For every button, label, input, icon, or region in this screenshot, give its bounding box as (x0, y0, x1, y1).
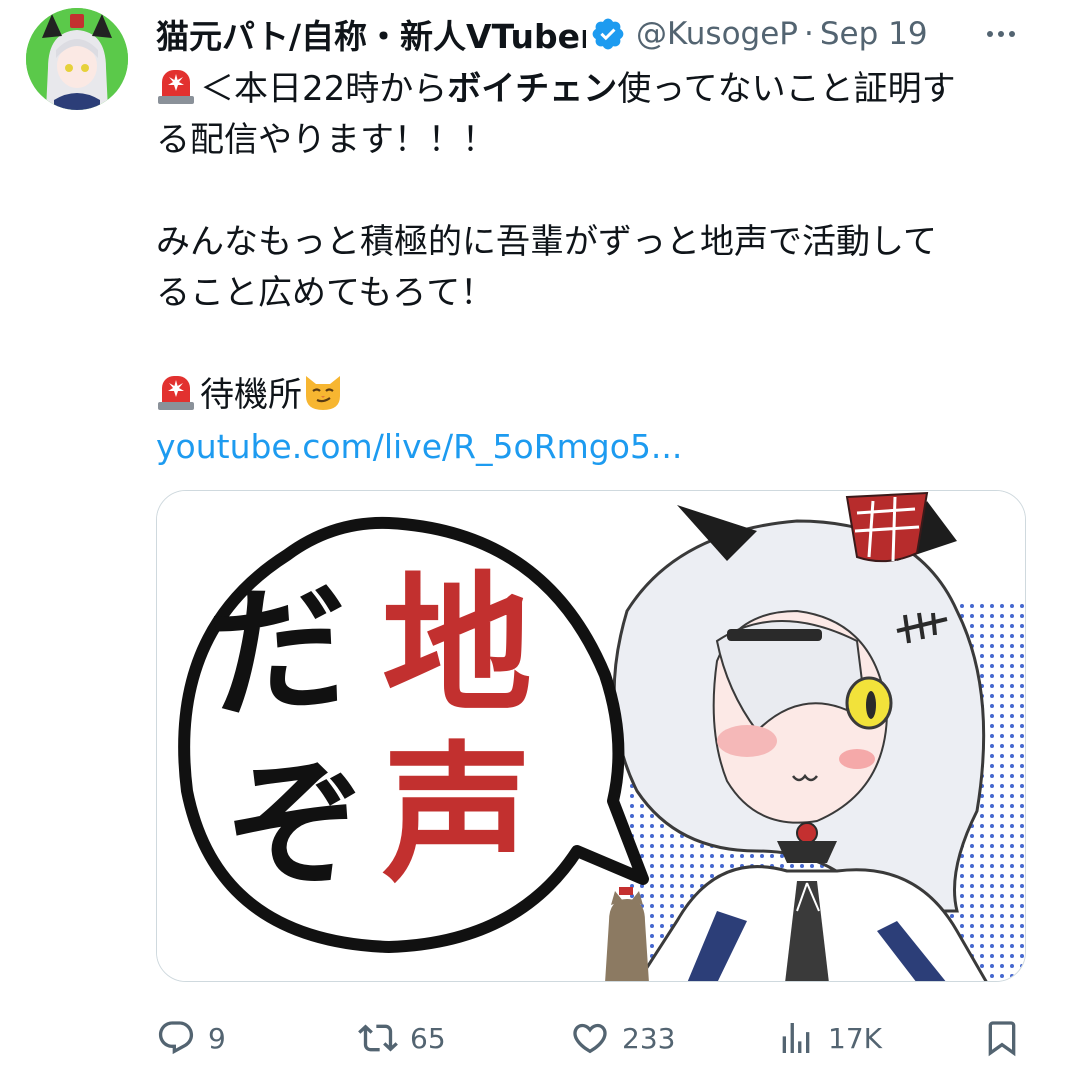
action-bar: 9 65 233 17K (156, 1010, 1026, 1066)
display-name[interactable]: 猫元パト/自称・新人VTuber (156, 10, 586, 58)
tweet-line: みんなもっと積極的に吾輩がずっと地声で活動して (156, 222, 937, 262)
retweet-count: 65 (410, 1021, 446, 1055)
bubble-text-zo: ぞ (221, 740, 373, 913)
separator-dot: · (804, 16, 814, 52)
avatar-image (26, 8, 128, 110)
tweet-line1-bold: ボイチェン (447, 69, 618, 109)
tweet-line: 待機所 (156, 370, 1026, 421)
verified-badge-icon[interactable] (590, 16, 626, 52)
tweet-line: る配信やります！！！ (156, 120, 496, 160)
media-image[interactable]: だ ぞ 地 声 (156, 490, 1026, 982)
siren-emoji (158, 70, 194, 104)
more-icon[interactable] (976, 16, 1026, 52)
tweet-line: ＜本日22時からボイチェン使ってないこと証明す (156, 64, 1026, 115)
retweet-icon (358, 1024, 398, 1052)
views-icon (782, 1023, 810, 1053)
tweet-line: ること広めてもろて！ (156, 273, 495, 313)
tweet-link[interactable]: youtube.com/live/R_5oRmgo5... (156, 421, 1026, 472)
retweet-button[interactable]: 65 (358, 1010, 446, 1066)
tweet-line1-post: 使ってないこと証明す (617, 69, 956, 109)
tweet-header: 猫元パト/自称・新人VTuber @KusogeP · Sep 19 (156, 12, 1026, 56)
bookmark-icon (988, 1021, 1016, 1057)
tweet[interactable]: 猫元パト/自称・新人VTuber @KusogeP · Sep 19 ＜本日22… (0, 0, 1065, 1083)
reply-icon (158, 1021, 194, 1055)
like-button[interactable]: 233 (570, 1010, 675, 1066)
tweet-line5-text: 待機所 (200, 375, 302, 415)
heart-icon (573, 1023, 607, 1054)
author-handle[interactable]: @KusogeP (636, 16, 798, 52)
bubble-text-ji: 地 (382, 559, 533, 733)
bookmark-button[interactable] (982, 1010, 1022, 1066)
tweet-text: ＜本日22時からボイチェン使ってないこと証明す る配信やります！！！ みんなもっ… (156, 64, 1026, 472)
reply-button[interactable]: 9 (156, 1010, 226, 1066)
smirking-cat-emoji (306, 376, 340, 410)
avatar[interactable] (26, 8, 128, 110)
siren-emoji (158, 376, 194, 410)
bubble-text-da: だ (203, 566, 355, 739)
tweet-line1-pre: ＜本日22時から (200, 69, 448, 109)
bubble-text-koe: 声 (382, 729, 533, 903)
reply-count: 9 (208, 1021, 226, 1055)
views-button[interactable]: 17K (776, 1010, 882, 1066)
like-count: 233 (622, 1021, 676, 1055)
views-count: 17K (828, 1021, 882, 1055)
tweet-date[interactable]: Sep 19 (820, 16, 928, 52)
